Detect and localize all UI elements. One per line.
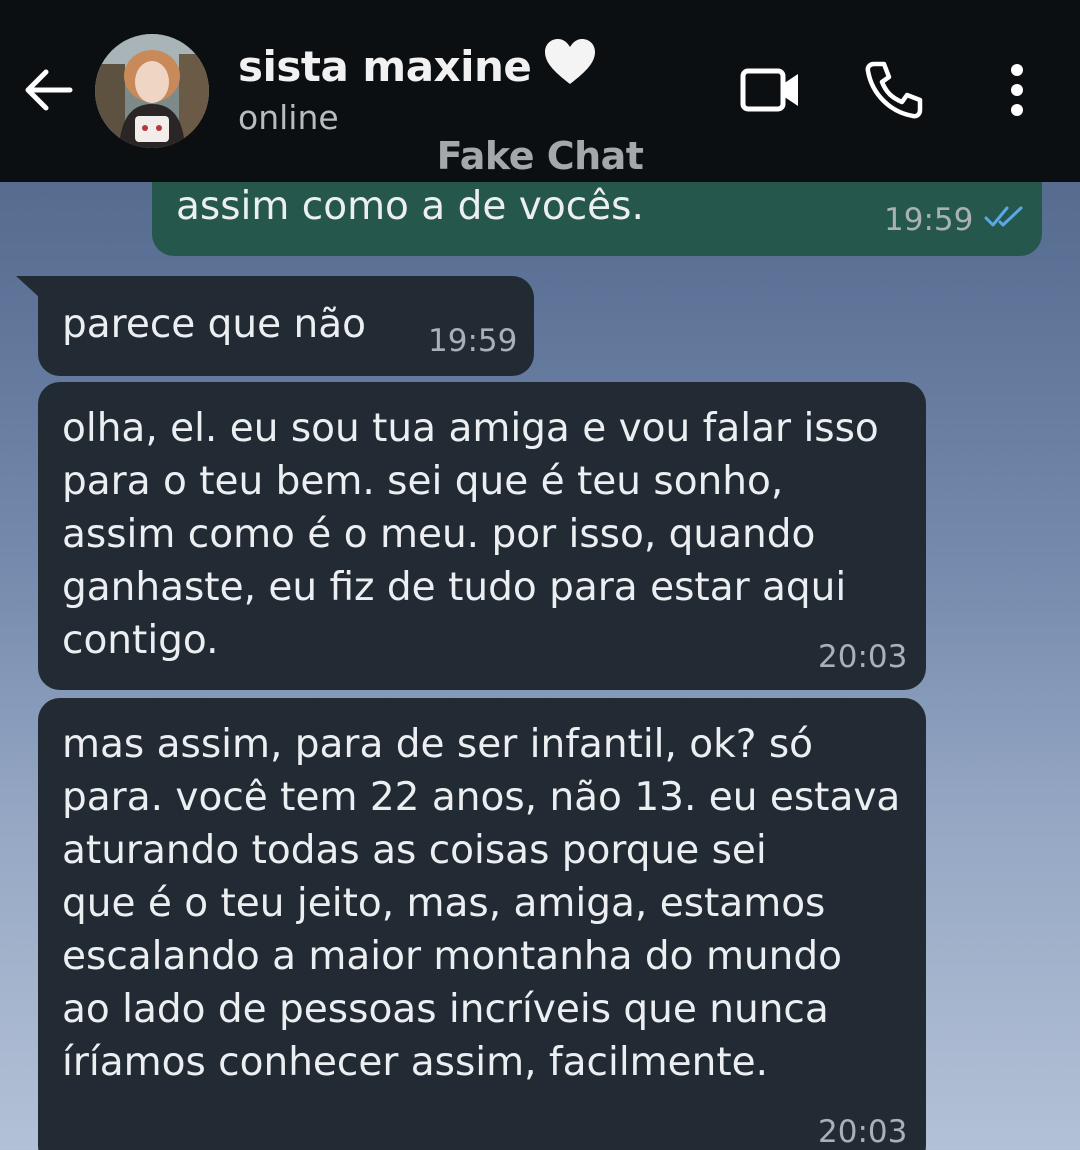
video-camera-icon (740, 66, 802, 118)
message-time: 19:59 (428, 323, 518, 359)
message-bubble-incoming[interactable]: parece que não 19:59 (38, 276, 534, 376)
contact-name-text: sista maxine (238, 42, 532, 91)
message-time: 19:59 (884, 202, 1027, 238)
message-time: 20:03 (818, 639, 908, 675)
message-time: 20:03 (818, 1114, 908, 1150)
contact-name[interactable]: sista maxine (238, 38, 597, 96)
bubble-tail (16, 276, 40, 298)
avatar[interactable] (95, 34, 209, 148)
message-text: assim como a de vocês. (176, 184, 644, 229)
vertical-dots-icon (1007, 64, 1027, 120)
double-check-read-icon (983, 202, 1027, 238)
more-options-button[interactable] (992, 58, 1042, 126)
white-heart-icon (543, 38, 597, 96)
message-bubble-incoming[interactable]: mas assim, para de ser infantil, ok? só … (38, 698, 926, 1150)
video-call-button[interactable] (736, 62, 806, 122)
voice-call-button[interactable] (860, 58, 928, 126)
watermark-label: Fake Chat (436, 134, 644, 178)
contact-status: online (238, 98, 339, 137)
phone-icon (864, 60, 924, 124)
arrow-left-icon (22, 68, 74, 116)
message-text: parece que não (62, 302, 367, 347)
back-button[interactable] (18, 62, 78, 122)
message-time-value: 19:59 (884, 202, 974, 238)
chat-header: sista maxine online Fake Chat (0, 0, 1080, 182)
message-bubble-incoming[interactable]: olha, el. eu sou tua amiga e vou falar i… (38, 382, 926, 690)
message-text: mas assim, para de ser infantil, ok? só … (62, 722, 901, 1085)
message-text: olha, el. eu sou tua amiga e vou falar i… (62, 406, 879, 663)
